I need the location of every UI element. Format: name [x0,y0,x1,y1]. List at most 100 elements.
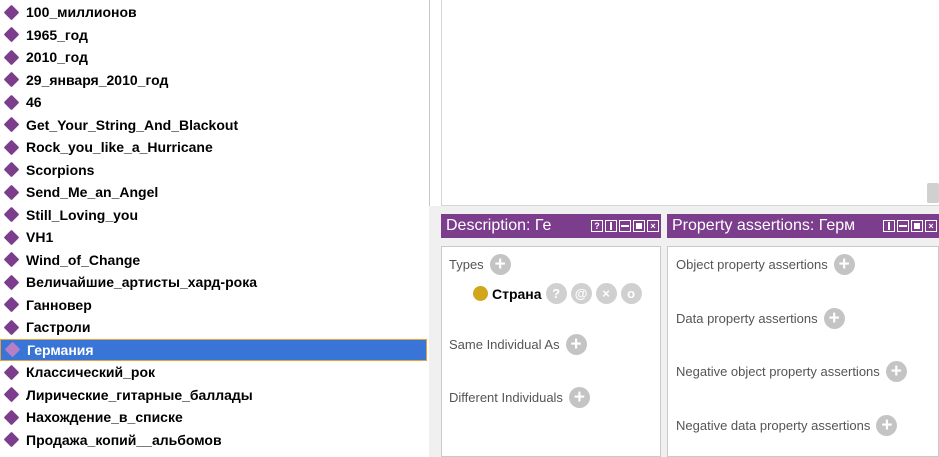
individual-row[interactable]: Продажа_копий__альбомов [0,429,427,451]
negative-object-property-section: Negative object property assertions + [676,361,907,382]
individual-row[interactable]: Send_Me_an_Angel [0,181,427,203]
negative-object-property-label: Negative object property assertions [676,364,880,379]
individual-row[interactable]: Гастроли [0,316,427,338]
same-individual-section: Same Individual As + [449,334,587,355]
individual-icon [3,94,20,110]
individual-label: Send_Me_an_Angel [26,184,159,200]
add-negative-object-property-button[interactable]: + [885,361,907,382]
individual-row[interactable]: VH1 [0,226,427,248]
property-panel-title: Property assertions: Герм [672,217,856,234]
individual-row[interactable]: Ганновер [0,294,427,316]
close-icon[interactable]: × [925,220,937,232]
add-same-individual-button[interactable]: + [565,334,587,355]
individual-label: Scorpions [26,161,95,178]
individuals-list[interactable]: 100_миллионов 1965_год 2010_год 29_января_2… [0,0,430,457]
split-view-icon[interactable] [883,220,895,232]
individual-label: 100_миллионов [26,4,137,20]
individual-icon [3,26,20,43]
description-panel-header: Description: Ге ? × [441,214,661,238]
type-entry-label: Страна [492,285,542,302]
individual-row[interactable]: Германия [0,338,427,361]
add-data-property-button[interactable]: + [823,308,845,329]
individual-icon [3,71,20,88]
explain-button[interactable]: ? [545,283,567,304]
individual-label: 29_января_2010_год [26,71,169,88]
individual-row[interactable]: 46 [0,91,427,113]
individual-icon [3,49,20,65]
individual-row[interactable]: Классический_рок [0,361,427,383]
add-negative-data-property-button[interactable]: + [876,415,898,436]
top-view-pane [441,0,939,206]
individual-row[interactable]: Wind_of_Change [0,249,427,271]
split-horizontal-icon[interactable] [897,220,909,232]
individual-icon [3,161,20,178]
add-different-individual-button[interactable]: + [568,387,590,408]
individual-label: Германия [27,341,94,358]
close-icon[interactable]: × [647,220,659,232]
add-object-property-button[interactable]: + [833,254,855,275]
individual-row[interactable]: Get_Your_String_And_Blackout [0,114,427,136]
individual-label: Rock_you_like_a_Hurricane [26,139,213,155]
individual-label: Wind_of_Change [26,251,141,268]
individual-row[interactable]: Величайшие_артисты_хард-рока [0,271,427,293]
individual-icon [3,139,20,155]
individual-label: Нахождение_в_списке [26,409,183,425]
negative-data-property-label: Negative data property assertions [676,418,871,433]
individual-icon [3,251,20,268]
individual-row[interactable]: Still_Loving_you [0,204,427,226]
individual-label: Ганновер [26,296,92,313]
individual-icon [4,341,21,358]
individual-icon [3,319,20,335]
individual-row[interactable]: Rock_you_like_a_Hurricane [0,136,427,158]
types-section: Types + [449,254,511,275]
individual-row[interactable]: 100_миллионов [0,1,427,23]
help-icon[interactable]: ? [591,220,603,232]
individual-row[interactable]: Scorpions [0,159,427,181]
description-panel-title: Description: Ге [446,217,552,234]
same-individual-label: Same Individual As [449,337,560,352]
individual-row[interactable]: 1965_год [0,24,427,46]
individual-label: Лирические_гитарные_баллады [26,386,253,403]
individual-icon [3,364,20,380]
scrollbar-thumb[interactable] [927,183,939,203]
individual-icon [3,229,20,245]
edit-button[interactable]: o [620,283,642,304]
individual-label: 2010_год [26,49,88,65]
individual-label: Классический_рок [26,364,156,380]
split-horizontal-icon[interactable] [619,220,631,232]
individual-row[interactable]: Лирические_гитарные_баллады [0,384,427,406]
maximize-icon[interactable] [633,220,645,232]
annotate-button[interactable]: @ [570,283,592,304]
individual-label: Продажа_копий__альбомов [26,431,222,448]
individual-label: Still_Loving_you [26,206,139,223]
individual-icon [3,296,20,313]
maximize-icon[interactable] [911,220,923,232]
individual-icon [3,386,20,403]
individual-icon [3,4,20,20]
individual-label: Гастроли [26,319,91,335]
individual-row[interactable]: 2010_год [0,46,427,68]
property-panel-header: Property assertions: Герм × [667,214,939,238]
individual-row[interactable]: 29_января_2010_год [0,69,427,91]
individual-row[interactable]: Нахождение_в_списке [0,406,427,428]
delete-button[interactable]: × [595,283,617,304]
split-view-icon[interactable] [605,220,617,232]
individual-icon [3,274,20,290]
add-type-button[interactable]: + [489,254,511,275]
individual-label: 1965_год [26,26,88,43]
individual-icon [3,184,20,200]
data-property-section: Data property assertions + [676,308,845,329]
object-property-label: Object property assertions [676,257,828,272]
object-property-section: Object property assertions + [676,254,855,275]
individual-label: 46 [26,94,42,110]
individual-icon [3,431,20,448]
negative-data-property-section: Negative data property assertions + [676,415,898,436]
individual-icon [3,409,20,425]
individual-label: VH1 [26,229,54,245]
data-property-label: Data property assertions [676,311,818,326]
type-entry-row[interactable]: Страна ? @ × o [473,283,642,304]
different-individuals-section: Different Individuals + [449,387,590,408]
individual-icon [3,116,20,133]
types-label: Types [449,257,484,272]
different-individuals-label: Different Individuals [449,390,563,405]
